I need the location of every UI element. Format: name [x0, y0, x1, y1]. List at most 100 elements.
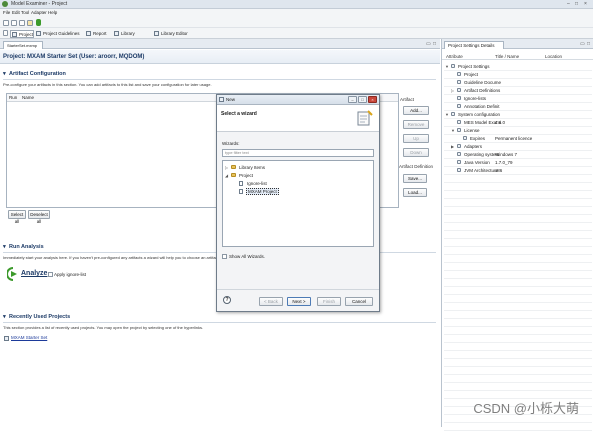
row-gridline [444, 374, 592, 375]
remove-artifact-button[interactable]: Remove [403, 120, 429, 129]
settings-row[interactable]: ▼ License [442, 127, 592, 134]
add-artifact-button[interactable]: Add... [403, 106, 429, 115]
column-name[interactable]: Name [22, 95, 34, 100]
maximize-panel-icon[interactable]: □ [587, 41, 590, 47]
settings-row-label: Ignore-lists [464, 96, 487, 101]
load-definition-button[interactable]: Load... [403, 188, 427, 197]
help-icon[interactable]: ? [223, 296, 231, 304]
select-all-button[interactable]: Select all [8, 210, 26, 224]
expand-toggle-icon[interactable]: ▷ [451, 87, 454, 94]
minimize-panel-icon[interactable]: ▭ [580, 41, 585, 47]
settings-row[interactable]: ▼ System configuration [442, 111, 592, 118]
settings-node-icon [457, 168, 461, 172]
settings-row[interactable]: Project [442, 71, 592, 78]
perspective-library-browser-button[interactable]: Library Browser [113, 30, 152, 44]
settings-row[interactable]: Guideline Docume [442, 79, 592, 86]
perspective-guidelines-button[interactable]: Project Guidelines [35, 30, 84, 38]
show-all-wizards-checkbox[interactable] [222, 254, 227, 259]
dialog-header: Select a wizard [217, 105, 379, 132]
expand-toggle-icon[interactable]: ▶ [451, 143, 454, 150]
settings-tab[interactable]: Project Settings Details [444, 41, 504, 49]
wizard-tree[interactable]: ▷ Library Items ◢ Project Ignore-list MXAM Pr… [222, 160, 374, 247]
deselect-all-button[interactable]: Deselect all [28, 210, 50, 224]
settings-row[interactable]: MES Model Exami 4.6.0 [442, 119, 592, 126]
menu-edit[interactable]: Edit [12, 10, 20, 15]
settings-row-label: Artifact Definitions [464, 88, 501, 93]
wizards-label: Wizards: [222, 141, 240, 146]
project-icon [12, 32, 17, 37]
library-browser-icon [114, 31, 119, 36]
wizard-tree-item[interactable]: Ignore-list [223, 180, 373, 187]
settings-row[interactable]: Java Version 1.7.0_79 [442, 159, 592, 166]
menu-file[interactable]: File [3, 10, 10, 15]
menu-help[interactable]: Help [48, 10, 57, 15]
apply-ignore-checkbox[interactable] [48, 272, 53, 277]
expand-toggle-icon[interactable]: ▷ [225, 164, 228, 171]
dialog-maximize-button[interactable]: □ [358, 96, 367, 103]
menu-tool[interactable]: Tool [21, 10, 29, 15]
menu-bar: File Edit Tool Adapter Help [0, 9, 593, 17]
recent-projects-toggle-icon[interactable]: ▾ [3, 314, 6, 320]
menu-adapter[interactable]: Adapter [31, 10, 47, 15]
column-run[interactable]: Run [9, 95, 17, 100]
settings-row-value: x86 [495, 168, 503, 173]
column-attribute[interactable]: Attribute [446, 54, 463, 59]
maximize-view-icon[interactable]: □ [433, 41, 436, 47]
row-gridline [444, 382, 592, 383]
dialog-close-button[interactable]: × [368, 96, 377, 103]
settings-row[interactable]: Ignore-lists [442, 95, 592, 102]
save-definition-button[interactable]: Save... [403, 174, 427, 183]
analyze-icon[interactable] [7, 267, 19, 281]
settings-row[interactable]: ▼ Project Settings [442, 63, 592, 70]
perspective-report-button[interactable]: Report [85, 30, 112, 38]
folder-icon[interactable] [27, 20, 33, 26]
run-icon[interactable] [36, 19, 41, 26]
finish-button[interactable]: Finish [317, 297, 341, 306]
settings-row[interactable]: ▶ Adapters [442, 143, 592, 150]
cancel-button[interactable]: Cancel [345, 297, 373, 306]
settings-row[interactable]: Annotation Definit [442, 103, 592, 110]
settings-row[interactable]: Expires Permanent licence [442, 135, 592, 142]
close-button[interactable]: × [584, 1, 587, 7]
save-icon[interactable] [19, 20, 25, 26]
run-analysis-toggle-icon[interactable]: ▾ [3, 244, 6, 250]
next-button[interactable]: Next > [287, 297, 311, 306]
analyze-link[interactable]: Analyze [21, 270, 47, 277]
wizard-tree-item[interactable]: MXAM Project [223, 188, 373, 195]
maximize-button[interactable]: □ [575, 1, 578, 7]
artifact-config-description: Pre-configure your artifacts in this sec… [3, 82, 212, 87]
recent-project-link[interactable]: MXAM Starter Set [11, 335, 47, 340]
perspective-project-button[interactable]: Project [10, 30, 34, 38]
row-gridline [444, 270, 592, 271]
back-button[interactable]: < Back [259, 297, 283, 306]
settings-row-label: Project Settings [458, 64, 490, 69]
expand-toggle-icon[interactable]: ◢ [225, 172, 228, 179]
dialog-minimize-button[interactable]: – [348, 96, 357, 103]
expand-toggle-icon[interactable]: ▼ [445, 111, 449, 118]
perspective-icon[interactable] [3, 30, 8, 36]
folder-icon [231, 165, 236, 169]
artifact-config-toggle-icon[interactable]: ▾ [3, 71, 6, 77]
move-down-button[interactable]: Down [403, 148, 429, 157]
row-gridline [444, 366, 592, 367]
settings-row[interactable]: JVM Architecture x86 [442, 167, 592, 174]
settings-row[interactable]: ▷ Artifact Definitions [442, 87, 592, 94]
editor-tab[interactable]: StarterSet.mxmp [3, 41, 43, 49]
settings-row-label: JVM Architecture [464, 168, 499, 173]
perspective-library-editor-button[interactable]: Library Editor [153, 30, 193, 38]
wizard-tree-item[interactable]: ▷ Library Items [223, 164, 373, 171]
wizard-filter-input[interactable]: type filter text [222, 149, 374, 157]
new-icon[interactable] [3, 20, 9, 26]
minimize-view-icon[interactable]: ▭ [426, 41, 431, 47]
run-analysis-title: Run Analysis [9, 244, 44, 250]
minimize-button[interactable]: – [567, 1, 570, 7]
expand-toggle-icon[interactable]: ▼ [445, 63, 449, 70]
expand-toggle-icon[interactable]: ▼ [451, 127, 455, 134]
wizard-tree-item[interactable]: ◢ Project [223, 172, 373, 179]
settings-row[interactable]: Operating system Windows 7 [442, 151, 592, 158]
column-location[interactable]: Location [545, 54, 562, 59]
column-title-name[interactable]: Title / Name [495, 54, 519, 59]
open-icon[interactable] [11, 20, 17, 26]
move-up-button[interactable]: Up [403, 134, 429, 143]
app-icon [2, 1, 8, 7]
